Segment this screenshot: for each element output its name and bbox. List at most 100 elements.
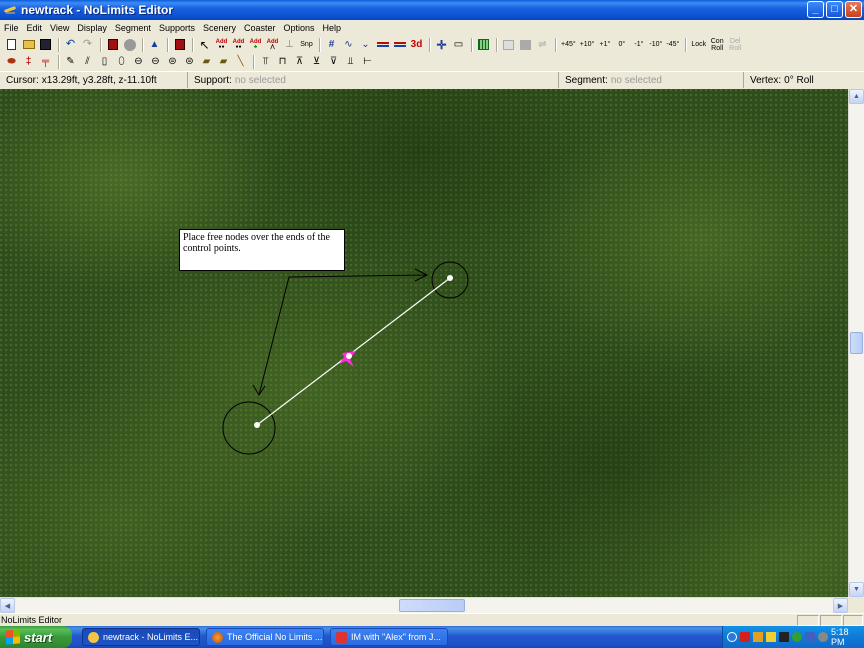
support-mode-button[interactable]: ▲ bbox=[147, 38, 162, 52]
support-blue-button[interactable]: ╤ bbox=[38, 55, 53, 69]
footer-b-button[interactable]: ⊓ bbox=[275, 55, 290, 69]
tray-app-icon[interactable] bbox=[766, 632, 776, 642]
cylinder-alt-button[interactable]: ⊖ bbox=[148, 55, 163, 69]
footer-g-button[interactable]: ⊢ bbox=[360, 55, 375, 69]
menu-scenery[interactable]: Scenery bbox=[199, 23, 240, 33]
grid-toggle-button[interactable] bbox=[476, 38, 491, 52]
network-icon[interactable] bbox=[792, 632, 802, 642]
plank-button[interactable]: ▰ bbox=[199, 55, 214, 69]
add-free-node-button[interactable]: Add ⋀ bbox=[265, 38, 280, 52]
add-support-button[interactable]: Add ♣ bbox=[248, 38, 263, 52]
open-file-button[interactable] bbox=[21, 38, 36, 52]
volume-icon[interactable] bbox=[818, 632, 828, 642]
lock-button[interactable]: Lock bbox=[690, 38, 707, 52]
vertical-scroll-thumb[interactable] bbox=[850, 332, 863, 354]
control-point-ring[interactable] bbox=[222, 401, 276, 455]
clock[interactable]: 5:18 PM bbox=[831, 627, 852, 647]
menu-segment[interactable]: Segment bbox=[111, 23, 155, 33]
start-button[interactable]: start bbox=[0, 626, 72, 648]
eraser-button[interactable]: ⬬ bbox=[4, 55, 19, 69]
editor-viewport[interactable]: Place free nodes over the ends of the co… bbox=[0, 89, 848, 597]
roll-minus-1-button[interactable]: -1° bbox=[631, 38, 646, 52]
minus-tool-button[interactable]: ▭ bbox=[451, 38, 466, 52]
add-segment-button[interactable]: Add ●● bbox=[231, 38, 246, 52]
curve-button[interactable]: ∿ bbox=[341, 38, 356, 52]
track-node[interactable] bbox=[447, 275, 453, 281]
track-view-button[interactable] bbox=[375, 38, 390, 52]
maximize-button[interactable]: □ bbox=[826, 1, 843, 18]
tray-app-icon[interactable] bbox=[805, 632, 815, 642]
add-node-button[interactable]: Add ●● bbox=[214, 38, 229, 52]
del-roll-button[interactable]: Del Roll bbox=[727, 38, 743, 52]
block-button[interactable]: ▰ bbox=[216, 55, 231, 69]
callout-line bbox=[288, 274, 428, 278]
new-file-button[interactable] bbox=[4, 38, 19, 52]
snap-button[interactable]: Snp bbox=[299, 38, 314, 52]
roll-minus-10-button[interactable]: -10° bbox=[648, 38, 663, 52]
roll-zero-button[interactable]: 0° bbox=[614, 38, 629, 52]
footer-d-button[interactable]: ⊻ bbox=[309, 55, 324, 69]
station-button[interactable] bbox=[172, 38, 187, 52]
minimize-button[interactable]: _ bbox=[807, 1, 824, 18]
traffic-light-button[interactable] bbox=[105, 38, 120, 52]
redo-button[interactable]: ↷ bbox=[80, 38, 95, 52]
barrel-button[interactable]: ⊜ bbox=[165, 55, 180, 69]
3d-view-button[interactable]: 3d bbox=[409, 38, 424, 52]
horizontal-scrollbar[interactable]: ◀ ▶ bbox=[0, 597, 848, 613]
close-button[interactable]: ✕ bbox=[845, 1, 862, 18]
dip-button[interactable]: ⌄ bbox=[358, 38, 373, 52]
footer-button[interactable]: ⊥ bbox=[282, 38, 297, 52]
barrel-alt-button[interactable]: ⊜ bbox=[182, 55, 197, 69]
roll-minus-45-button[interactable]: -45° bbox=[665, 38, 680, 52]
scroll-down-button[interactable]: ▼ bbox=[849, 582, 864, 597]
footer-e-button[interactable]: ⊽ bbox=[326, 55, 341, 69]
adobe-icon[interactable] bbox=[753, 632, 763, 642]
menu-edit[interactable]: Edit bbox=[23, 23, 47, 33]
undo-button[interactable]: ↶ bbox=[63, 38, 78, 52]
menu-supports[interactable]: Supports bbox=[155, 23, 199, 33]
grid-lines-button[interactable]: # bbox=[324, 38, 339, 52]
roll-plus-10-button[interactable]: +10° bbox=[579, 38, 596, 52]
track-canvas[interactable] bbox=[0, 89, 848, 597]
menu-view[interactable]: View bbox=[46, 23, 73, 33]
diagonal-button[interactable]: ╲ bbox=[233, 55, 248, 69]
show-hidden-icons-icon[interactable] bbox=[727, 632, 737, 642]
menu-options[interactable]: Options bbox=[280, 23, 319, 33]
sphere-button[interactable] bbox=[122, 38, 137, 52]
track-node[interactable] bbox=[254, 422, 260, 428]
vertex-marker[interactable] bbox=[339, 351, 356, 367]
task-button-nolimits[interactable]: newtrack - NoLimits E... bbox=[82, 628, 200, 646]
flag-icon[interactable] bbox=[740, 632, 750, 642]
menu-coaster[interactable]: Coaster bbox=[240, 23, 280, 33]
menu-display[interactable]: Display bbox=[73, 23, 111, 33]
move-tool-button[interactable]: ✛ bbox=[434, 38, 449, 52]
tube-button[interactable]: ⬯ bbox=[114, 55, 129, 69]
scroll-left-button[interactable]: ◀ bbox=[0, 598, 15, 613]
horizontal-scroll-thumb[interactable] bbox=[399, 599, 465, 612]
disabled-tool-2-button[interactable] bbox=[518, 38, 533, 52]
support-red-button[interactable]: ‡ bbox=[21, 55, 36, 69]
pillar-button[interactable]: ▯ bbox=[97, 55, 112, 69]
pencil-button[interactable]: ✎ bbox=[63, 55, 78, 69]
footer-a-button[interactable]: ⫪ bbox=[258, 55, 273, 69]
menu-help[interactable]: Help bbox=[319, 23, 346, 33]
scroll-right-button[interactable]: ▶ bbox=[833, 598, 848, 613]
draw-multi-button[interactable]: ⫽ bbox=[80, 55, 95, 69]
disabled-tool-1-button[interactable] bbox=[501, 38, 516, 52]
scroll-up-button[interactable]: ▲ bbox=[849, 89, 864, 104]
vertical-scrollbar[interactable]: ▲ ▼ bbox=[848, 89, 864, 597]
select-tool-button[interactable]: ↖ bbox=[197, 38, 212, 52]
track-view-alt-button[interactable] bbox=[392, 38, 407, 52]
tray-app-icon[interactable] bbox=[779, 632, 789, 642]
roll-plus-1-button[interactable]: +1° bbox=[597, 38, 612, 52]
menu-file[interactable]: File bbox=[0, 23, 23, 33]
con-roll-button[interactable]: Con Roll bbox=[709, 38, 725, 52]
task-button-im[interactable]: IM with "Alex" from J... bbox=[330, 628, 448, 646]
footer-c-button[interactable]: ⊼ bbox=[292, 55, 307, 69]
task-button-browser[interactable]: The Official No Limits ... bbox=[206, 628, 324, 646]
roll-plus-45-button[interactable]: +45° bbox=[560, 38, 577, 52]
footer-f-button[interactable]: ⫫ bbox=[343, 55, 358, 69]
cylinder-button[interactable]: ⊖ bbox=[131, 55, 146, 69]
save-button[interactable] bbox=[38, 38, 53, 52]
disabled-tool-3-button[interactable]: ⇌ bbox=[535, 38, 550, 52]
